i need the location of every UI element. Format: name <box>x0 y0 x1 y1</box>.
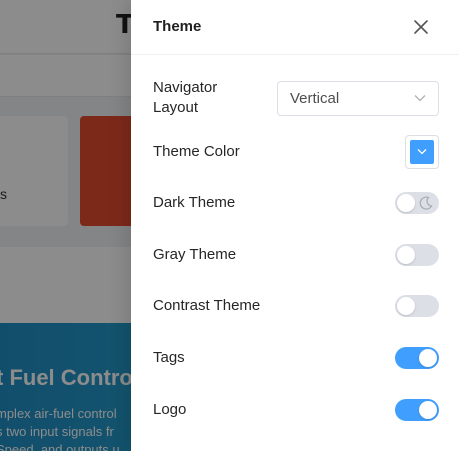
logo-label: Logo <box>153 401 187 418</box>
drawer-header: Theme <box>131 0 459 55</box>
drawer-title: Theme <box>153 18 202 35</box>
gray-theme-label: Gray Theme <box>153 246 237 263</box>
tags-label: Tags <box>153 349 185 366</box>
theme-color-picker[interactable] <box>405 134 439 169</box>
theme-drawer: Theme Navigator Layout Vertical Theme Co… <box>131 0 459 451</box>
setting-contrast-theme: Contrast Theme <box>153 295 439 317</box>
tags-switch[interactable] <box>395 347 439 369</box>
setting-gray-theme: Gray Theme <box>153 244 439 266</box>
dark-theme-label: Dark Theme <box>153 194 236 211</box>
setting-navigator-layout: Navigator Layout Vertical <box>153 78 439 118</box>
setting-logo: Logo <box>153 399 439 421</box>
contrast-theme-switch[interactable] <box>395 295 439 317</box>
dark-theme-switch[interactable] <box>395 192 439 214</box>
setting-tags: Tags <box>153 347 439 369</box>
theme-color-swatch <box>410 139 434 164</box>
contrast-theme-label: Contrast Theme <box>153 297 261 314</box>
setting-theme-color: Theme Color <box>153 134 439 169</box>
switch-knob <box>419 401 437 419</box>
switch-knob <box>419 349 437 367</box>
gray-theme-switch[interactable] <box>395 244 439 266</box>
navigator-layout-value: Vertical <box>290 89 340 107</box>
logo-switch[interactable] <box>395 399 439 421</box>
switch-knob <box>397 297 415 315</box>
setting-dark-theme: Dark Theme <box>153 192 439 214</box>
chevron-down-icon <box>414 94 426 102</box>
theme-color-label: Theme Color <box>153 142 240 160</box>
switch-knob <box>397 194 415 212</box>
close-icon[interactable] <box>411 17 431 37</box>
navigator-layout-label: Navigator Layout <box>153 79 218 116</box>
switch-knob <box>397 246 415 264</box>
chevron-down-icon <box>417 149 427 155</box>
moon-icon <box>418 195 434 216</box>
navigator-layout-select[interactable]: Vertical <box>277 80 439 116</box>
